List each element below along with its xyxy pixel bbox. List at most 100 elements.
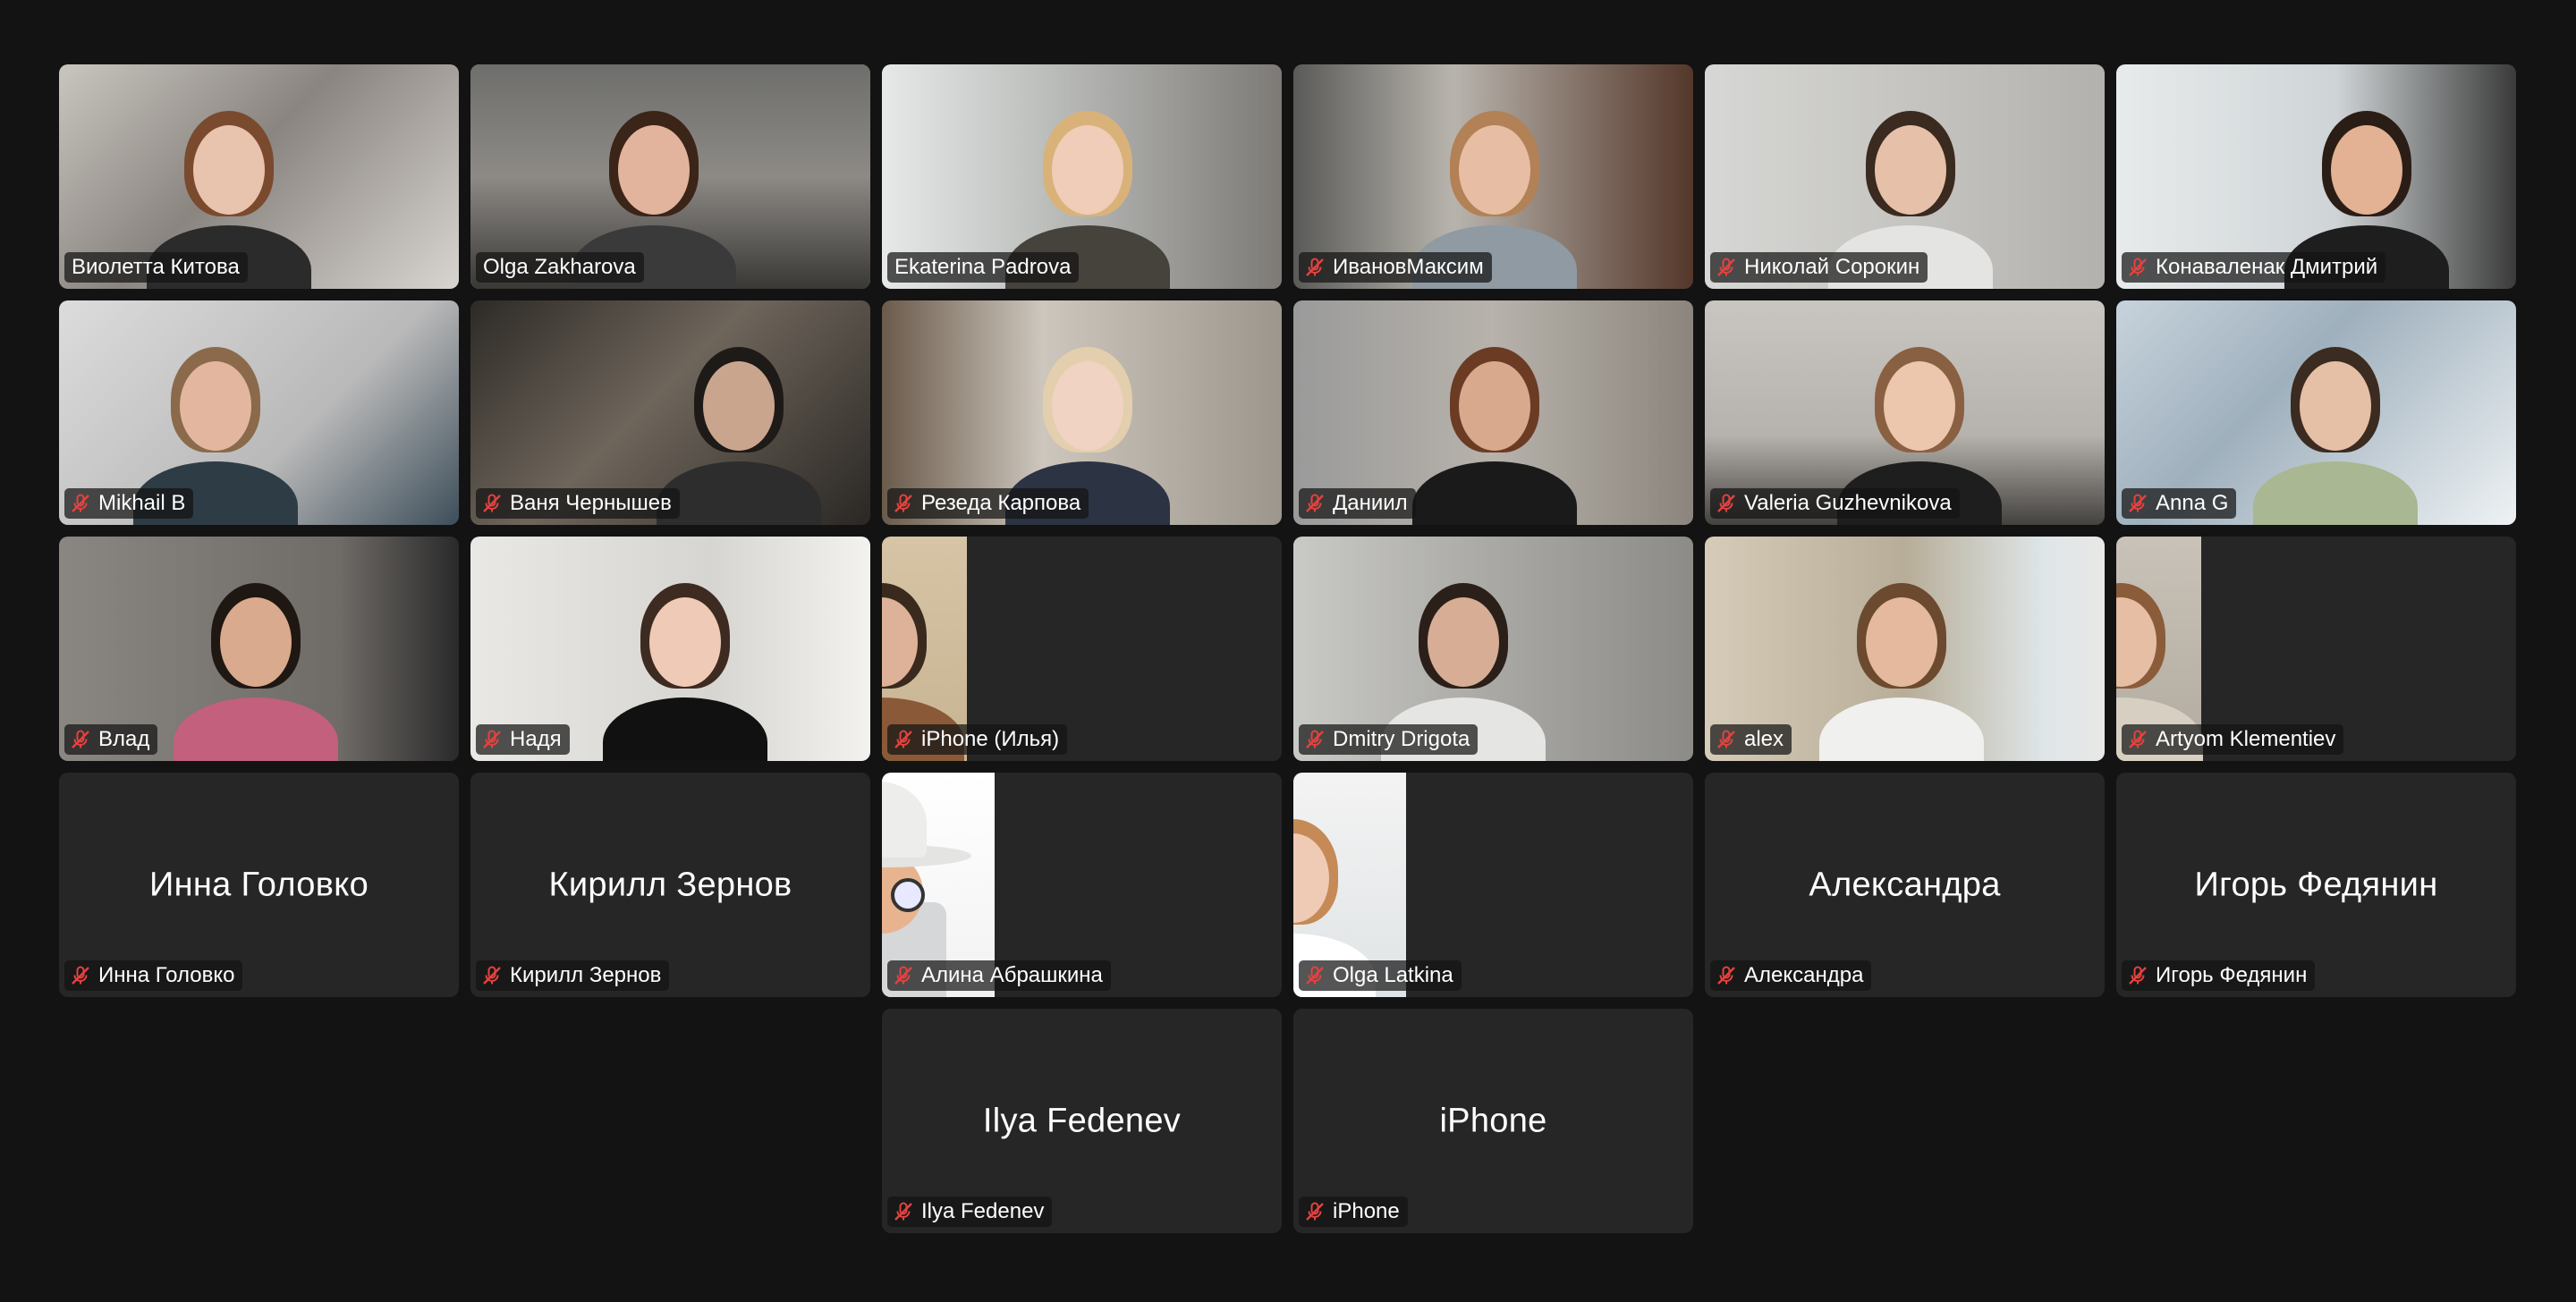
participant-name-label: Конаваленак Дмитрий [2156,255,2378,279]
participant-name-label: Надя [510,727,562,751]
participant-tile[interactable]: ИвановМаксим [1293,64,1693,289]
participant-tile[interactable]: Инна Головко Инна Головко [59,773,459,997]
participant-name-label: Виолетта Китова [72,255,240,279]
participant-tile[interactable]: Резеда Карпова [882,300,1282,525]
participant-name-label: Dmitry Drigota [1333,727,1470,751]
participant-name-label: Кирилл Зернов [510,963,662,987]
participant-name-tag: Инна Головко [64,960,243,991]
participant-name-label: Александра [1744,963,1864,987]
participant-tile[interactable]: Влад [59,537,459,761]
participant-tile[interactable]: alex [1705,537,2105,761]
participant-name-tag: Надя [476,724,570,755]
participant-name-label: Инна Головко [98,963,235,987]
participant-name-tag: iPhone [1299,1196,1408,1227]
mic-off-icon [72,966,89,985]
participant-tile[interactable]: Конаваленак Дмитрий [2116,64,2516,289]
gallery-view: Виолетта Китова Olga Zakharova Ekaterina P… [0,0,2576,1302]
participant-display-name: iPhone [1439,1102,1547,1139]
mic-off-icon [483,494,501,512]
participant-tile[interactable]: Anna G [2116,300,2516,525]
participant-tile[interactable]: Даниил [1293,300,1693,525]
participant-name-label: iPhone [1333,1199,1400,1223]
participant-name-tag: Резеда Карпова [887,488,1089,519]
participant-tile[interactable]: iPhone (Илья) [882,537,1282,761]
mic-off-icon [894,1202,912,1221]
mic-off-icon [894,730,912,748]
participant-tile[interactable]: Ekaterina Padrova [882,64,1282,289]
participant-name-tag: Кирилл Зернов [476,960,670,991]
participant-name-tag: Игорь Федянин [2122,960,2316,991]
mic-off-icon [1306,730,1324,748]
mic-off-icon [894,494,912,512]
participant-display-name: Александра [1809,866,2001,903]
participant-display-name: Кирилл Зернов [548,866,792,903]
mic-off-icon [894,966,912,985]
participant-name-label: Ilya Fedenev [921,1199,1045,1223]
participant-tile[interactable]: Dmitry Drigota [1293,537,1693,761]
mic-off-icon [483,966,501,985]
participant-name-tag: Конаваленак Дмитрий [2122,252,2386,283]
participant-tile[interactable]: Игорь Федянин Игорь Федянин [2116,773,2516,997]
mic-off-icon [2129,966,2147,985]
participant-name-tag: iPhone (Илья) [887,724,1068,755]
participant-tile[interactable]: Виолетта Китова [59,64,459,289]
participant-display-name: Ilya Fedenev [982,1102,1182,1139]
participant-name-tag: Olga Latkina [1299,960,1462,991]
participant-name-tag: alex [1710,724,1792,755]
participant-tile[interactable]: Алина Абрашкина [882,773,1282,997]
participant-name-tag: Ekaterina Padrova [887,252,1080,283]
participant-name-label: Николай Сорокин [1744,255,1920,279]
mic-off-icon [1306,1202,1324,1221]
mic-off-icon [2129,730,2147,748]
mic-off-icon [1306,966,1324,985]
mic-off-icon [1717,730,1735,748]
participant-tile[interactable]: iPhone iPhone [1293,1009,1693,1233]
participant-name-tag: Dmitry Drigota [1299,724,1479,755]
participant-name-tag: ИвановМаксим [1299,252,1492,283]
participant-tile[interactable]: Ваня Чернышев [470,300,870,525]
participant-name-label: Даниил [1333,491,1408,515]
participant-name-tag: Алина Абрашкина [887,960,1111,991]
mic-off-icon [1306,258,1324,276]
participant-tile[interactable]: Кирилл Зернов Кирилл Зернов [470,773,870,997]
participant-name-tag: Николай Сорокин [1710,252,1928,283]
mic-off-icon [72,494,89,512]
mic-off-icon [1717,258,1735,276]
participant-display-name: Игорь Федянин [2194,866,2438,903]
participant-name-label: Ваня Чернышев [510,491,672,515]
participant-name-tag: Mikhail B [64,488,194,519]
participant-name-label: alex [1744,727,1784,751]
participant-tile[interactable]: Valeria Guzhevnikova [1705,300,2105,525]
participant-tile[interactable]: Ilya Fedenev Ilya Fedenev [882,1009,1282,1233]
participant-name-label: Игорь Федянин [2156,963,2308,987]
participant-name-label: Olga Zakharova [483,255,636,279]
participant-name-label: Алина Абрашкина [921,963,1103,987]
participant-name-tag: Александра [1710,960,1872,991]
participant-name-label: iPhone (Илья) [921,727,1060,751]
participant-name-tag: Valeria Guzhevnikova [1710,488,1960,519]
participant-name-tag: Olga Zakharova [476,252,644,283]
participant-name-label: Влад [98,727,150,751]
participant-name-label: Artyom Klementiev [2156,727,2336,751]
mic-off-icon [1306,494,1324,512]
participant-tile[interactable]: Olga Latkina [1293,773,1693,997]
participant-name-label: Anna G [2156,491,2229,515]
participant-tile[interactable]: Надя [470,537,870,761]
participant-name-tag: Даниил [1299,488,1416,519]
participant-tile[interactable]: Mikhail B [59,300,459,525]
participant-tile[interactable]: Artyom Klementiev [2116,537,2516,761]
participant-name-tag: Виолетта Китова [64,252,248,283]
participant-tile[interactable]: Olga Zakharova [470,64,870,289]
participant-name-tag: Ваня Чернышев [476,488,680,519]
participant-tile[interactable]: Николай Сорокин [1705,64,2105,289]
participant-name-label: Olga Latkina [1333,963,1453,987]
participant-display-name: Инна Головко [148,866,369,903]
participant-name-label: Ekaterina Padrova [894,255,1072,279]
participant-tile[interactable]: Александра Александра [1705,773,2105,997]
mic-off-icon [72,730,89,748]
participant-name-tag: Artyom Klementiev [2122,724,2344,755]
participant-name-label: Резеда Карпова [921,491,1081,515]
participant-name-label: Mikhail B [98,491,186,515]
participant-name-tag: Anna G [2122,488,2237,519]
mic-off-icon [2129,258,2147,276]
